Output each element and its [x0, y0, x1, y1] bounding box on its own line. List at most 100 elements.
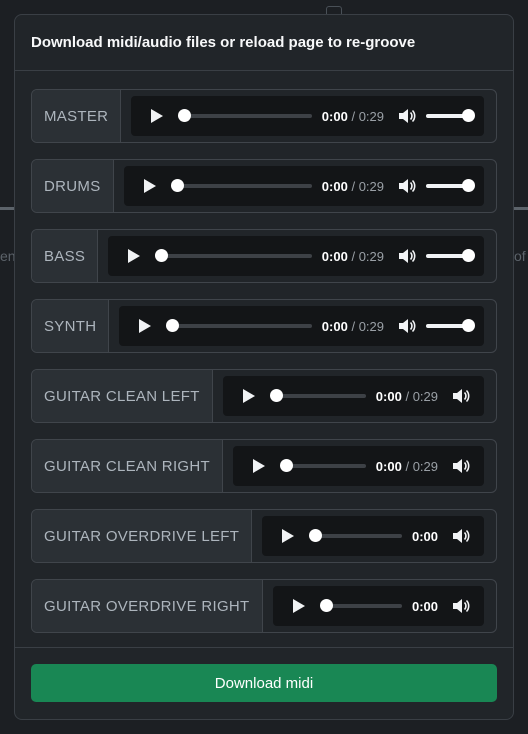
duration: 0:29: [358, 248, 384, 264]
audio-player: 0:00 / 0:29: [232, 446, 484, 486]
track-row: SYNTH 0:00 / 0:29: [31, 299, 497, 353]
duration: 0:29: [358, 108, 384, 124]
seek-handle[interactable]: [170, 179, 184, 192]
track-row: GUITAR OVERDRIVE LEFT 0:00: [31, 509, 497, 563]
time-display: 0:00: [412, 529, 438, 544]
seek-bar[interactable]: [155, 249, 312, 262]
track-label: GUITAR OVERDRIVE RIGHT: [32, 580, 263, 632]
track-label: GUITAR CLEAN RIGHT: [32, 440, 223, 492]
current-time: 0:00: [375, 458, 402, 474]
play-icon[interactable]: [151, 109, 164, 123]
background-divider: [0, 207, 14, 210]
time-display: 0:00 / 0:29: [322, 319, 384, 334]
track-label: DRUMS: [32, 160, 114, 212]
track-label: SYNTH: [32, 300, 110, 352]
current-time: 0:00: [411, 528, 438, 544]
play-icon[interactable]: [292, 599, 305, 613]
volume-icon[interactable]: [452, 528, 470, 544]
time-display: 0:00 / 0:29: [322, 109, 384, 124]
seek-handle[interactable]: [309, 529, 323, 542]
track-list: MASTER 0:00 / 0:29 DRUMS 0:00 / 0:29 BAS…: [15, 71, 513, 633]
volume-icon[interactable]: [398, 108, 416, 124]
duration: 0:29: [412, 388, 438, 404]
time-display: 0:00 / 0:29: [322, 179, 384, 194]
track-label: MASTER: [32, 90, 122, 142]
audio-player: 0:00: [272, 586, 484, 626]
seek-bar[interactable]: [178, 109, 312, 122]
volume-slider[interactable]: [426, 179, 475, 192]
seek-handle[interactable]: [166, 319, 180, 332]
seek-bar[interactable]: [166, 319, 312, 332]
volume-icon[interactable]: [398, 318, 416, 334]
seek-handle[interactable]: [269, 389, 283, 402]
play-icon[interactable]: [143, 179, 156, 193]
seek-bar[interactable]: [170, 179, 312, 192]
duration: 0:29: [358, 178, 384, 194]
modal-footer: Download midi: [15, 647, 513, 719]
time-separator: /: [351, 178, 356, 194]
play-icon[interactable]: [139, 319, 152, 333]
time-separator: /: [351, 248, 356, 264]
modal-title: Download midi/audio files or reload page…: [31, 34, 416, 51]
track-row: MASTER 0:00 / 0:29: [31, 89, 497, 143]
volume-slider[interactable]: [426, 249, 475, 262]
volume-slider[interactable]: [426, 109, 475, 122]
volume-icon[interactable]: [452, 598, 470, 614]
current-time: 0:00: [411, 598, 438, 614]
play-icon[interactable]: [282, 529, 295, 543]
seek-bar[interactable]: [269, 389, 366, 402]
time-display: 0:00 / 0:29: [322, 249, 384, 264]
download-midi-button[interactable]: Download midi: [31, 664, 497, 702]
play-icon[interactable]: [252, 459, 265, 473]
volume-handle[interactable]: [462, 319, 475, 332]
seek-handle[interactable]: [155, 249, 169, 262]
volume-handle[interactable]: [462, 109, 475, 122]
modal-header: Download midi/audio files or reload page…: [15, 15, 513, 71]
background-divider: [514, 207, 528, 210]
time-display: 0:00 / 0:29: [376, 389, 438, 404]
audio-player: 0:00 / 0:29: [222, 376, 484, 416]
track-label: GUITAR OVERDRIVE LEFT: [32, 510, 253, 562]
volume-handle[interactable]: [462, 249, 475, 262]
track-row: GUITAR CLEAN RIGHT 0:00 / 0:29: [31, 439, 497, 493]
current-time: 0:00: [321, 108, 348, 124]
audio-player: 0:00 / 0:29: [119, 306, 484, 346]
audio-player: 0:00 / 0:29: [123, 166, 484, 206]
track-row: DRUMS 0:00 / 0:29: [31, 159, 497, 213]
volume-icon[interactable]: [398, 248, 416, 264]
seek-bar[interactable]: [309, 529, 402, 542]
time-separator: /: [405, 458, 410, 474]
seek-handle[interactable]: [279, 459, 293, 472]
track-label: GUITAR CLEAN LEFT: [32, 370, 213, 422]
play-icon[interactable]: [128, 249, 141, 263]
duration: 0:29: [358, 318, 384, 334]
time-separator: /: [351, 318, 356, 334]
background-text: of: [514, 248, 526, 264]
play-icon[interactable]: [242, 389, 255, 403]
volume-slider[interactable]: [426, 319, 475, 332]
track-row: BASS 0:00 / 0:29: [31, 229, 497, 283]
audio-player: 0:00: [262, 516, 484, 556]
volume-icon[interactable]: [452, 458, 470, 474]
seek-handle[interactable]: [319, 599, 333, 612]
track-row: GUITAR OVERDRIVE RIGHT 0:00: [31, 579, 497, 633]
time-display: 0:00 / 0:29: [376, 459, 438, 474]
seek-bar[interactable]: [319, 599, 402, 612]
track-row: GUITAR CLEAN LEFT 0:00 / 0:29: [31, 369, 497, 423]
seek-bar[interactable]: [279, 459, 366, 472]
current-time: 0:00: [321, 178, 348, 194]
volume-icon[interactable]: [398, 178, 416, 194]
current-time: 0:00: [321, 248, 348, 264]
seek-handle[interactable]: [178, 109, 192, 122]
volume-icon[interactable]: [452, 388, 470, 404]
time-separator: /: [351, 108, 356, 124]
audio-player: 0:00 / 0:29: [131, 96, 484, 136]
time-display: 0:00: [412, 599, 438, 614]
audio-player: 0:00 / 0:29: [108, 236, 484, 276]
duration: 0:29: [412, 458, 438, 474]
current-time: 0:00: [321, 318, 348, 334]
volume-handle[interactable]: [462, 179, 475, 192]
time-separator: /: [405, 388, 410, 404]
track-label: BASS: [32, 230, 99, 282]
current-time: 0:00: [375, 388, 402, 404]
